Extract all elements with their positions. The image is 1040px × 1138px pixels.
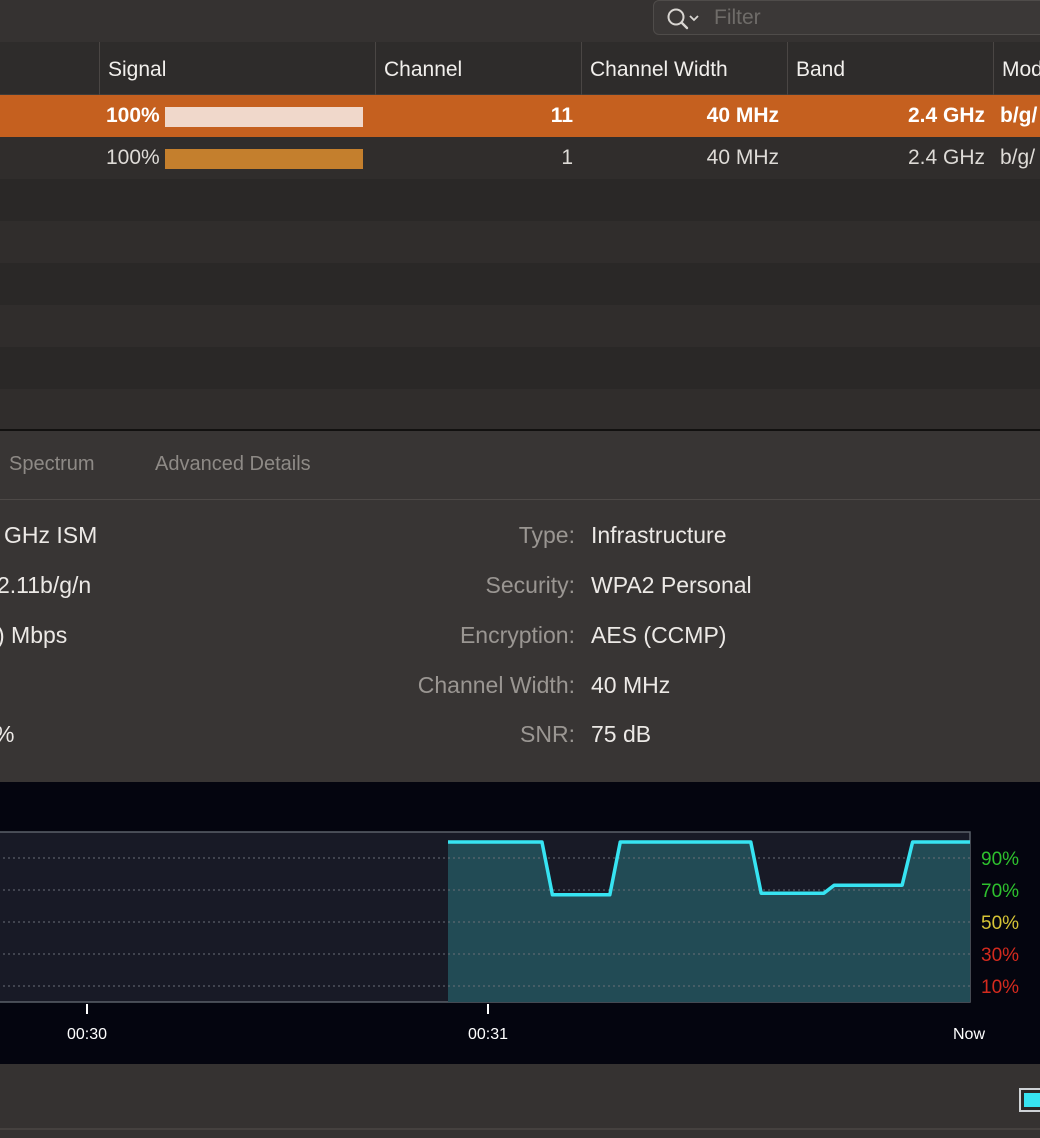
toolbar: Filter <box>0 0 1040 42</box>
column-header-channel-width[interactable]: Channel Width <box>581 42 787 95</box>
label-snr: SNR: <box>520 721 575 747</box>
signal-chart: 90% 70% 50% 30% 10% 00:30 00:31 Now <box>0 831 1019 1043</box>
label-security: Security: <box>485 572 575 598</box>
value-channel-width: 40 MHz <box>591 672 671 698</box>
label-channel-width: Channel Width: <box>417 672 575 698</box>
left-value-signal: % <box>0 721 14 748</box>
table-row-selected[interactable]: 100% 11 40 MHz 2.4 GHz b/g/ <box>0 95 1040 137</box>
wireless-diagnostics-window: Filter Signal Channel Channel Width Band… <box>0 0 1040 1138</box>
footer-bar <box>0 1064 1040 1138</box>
column-header-band[interactable]: Band <box>787 42 993 95</box>
tab-advanced-details[interactable]: Advanced Details <box>155 453 311 476</box>
y-tick-label: 90% <box>981 849 1019 870</box>
empty-row <box>0 179 1040 221</box>
column-header-mode[interactable]: Mod <box>993 42 1040 95</box>
empty-row <box>0 221 1040 263</box>
search-icon[interactable] <box>666 7 702 31</box>
y-tick-label: 70% <box>981 881 1019 902</box>
signal-percent: 100% <box>106 146 160 169</box>
label-type: Type: <box>518 522 575 548</box>
label-encryption: Encryption: <box>459 622 575 648</box>
signal-percent: 100% <box>106 104 160 127</box>
channel-cell: 1 <box>561 146 573 169</box>
value-encryption: AES (CCMP) <box>591 622 727 648</box>
filter-placeholder[interactable]: Filter <box>714 6 761 30</box>
signal-bar <box>165 107 363 127</box>
y-tick-label: 50% <box>981 913 1019 934</box>
mode-cell: b/g/ <box>1000 146 1036 169</box>
mode-cell: b/g/ <box>1000 104 1038 127</box>
y-tick-label: 30% <box>981 945 1019 966</box>
y-tick-label: 10% <box>981 977 1019 998</box>
detail-panel: Spectrum Advanced Details GHz ISM 2.11b/… <box>0 431 1040 782</box>
value-security: WPA2 Personal <box>591 572 752 598</box>
cyan-swatch-icon[interactable] <box>1019 1088 1040 1112</box>
band-cell: 2.4 GHz <box>907 146 985 169</box>
table-header: Signal Channel Channel Width Band Mod <box>0 42 1040 95</box>
value-type: Infrastructure <box>591 522 727 548</box>
column-header-channel[interactable]: Channel <box>375 42 581 95</box>
signal-history-graph: 90% 70% 50% 30% 10% 00:30 00:31 Now <box>0 782 1040 1064</box>
signal-bar <box>165 149 363 169</box>
empty-row <box>0 263 1040 305</box>
x-tick-label: 00:31 <box>468 1026 508 1043</box>
filter-search-field[interactable]: Filter <box>653 0 1040 35</box>
column-header-signal[interactable]: Signal <box>99 42 375 95</box>
empty-row <box>0 389 1040 430</box>
channel-cell: 11 <box>550 104 573 127</box>
left-value-rate: ) Mbps <box>0 622 68 648</box>
value-snr: 75 dB <box>591 721 652 747</box>
band-cell: 2.4 GHz <box>907 104 985 127</box>
table-row[interactable]: 100% 1 40 MHz 2.4 GHz b/g/ <box>0 137 1040 179</box>
footer-divider <box>0 1128 1040 1130</box>
x-tick-label: Now <box>953 1026 985 1043</box>
channel-width-cell: 40 MHz <box>706 104 779 127</box>
channel-width-cell: 40 MHz <box>706 146 779 169</box>
empty-row <box>0 305 1040 347</box>
empty-row <box>0 347 1040 389</box>
left-value-band: GHz ISM <box>4 522 98 548</box>
tab-spectrum[interactable]: Spectrum <box>9 453 95 476</box>
left-value-protocol: 2.11b/g/n <box>0 572 92 598</box>
x-tick-label: 00:30 <box>67 1026 107 1043</box>
detail-tabs: Spectrum Advanced Details <box>0 431 1040 500</box>
network-table: 100% 11 40 MHz 2.4 GHz b/g/ 100% 1 40 MH… <box>0 95 1040 430</box>
